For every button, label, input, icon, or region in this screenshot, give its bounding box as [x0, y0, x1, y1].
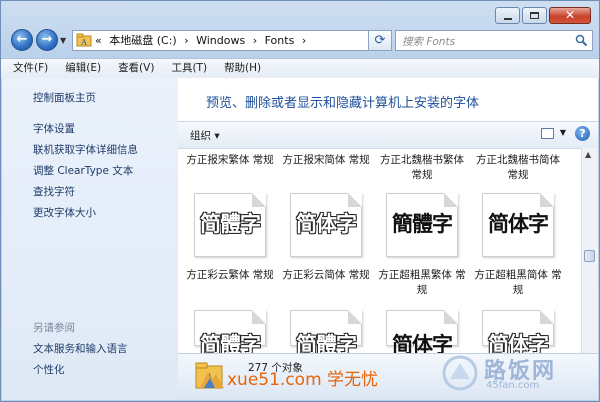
change-view-icon[interactable]	[541, 128, 554, 139]
explorer-window: ✕ ← → ▼ A « 本地磁盘 (C:) › Windows › Fonts …	[0, 0, 600, 402]
breadcrumb-local-disk[interactable]: 本地磁盘 (C:)	[109, 34, 176, 47]
close-icon: ✕	[564, 8, 576, 22]
change-font-size-link[interactable]: 更改字体大小	[33, 205, 96, 220]
minimize-button[interactable]	[495, 7, 520, 24]
cleartype-link[interactable]: 调整 ClearType 文本	[33, 163, 133, 178]
breadcrumb-overflow[interactable]: «	[95, 34, 102, 47]
organize-button[interactable]: 组织 ▾	[190, 128, 220, 143]
font-item[interactable]: 方正报宋简体 常规	[280, 153, 372, 168]
menu-file[interactable]: 文件(F)	[1, 59, 53, 78]
see-also-heading: 另请参阅	[33, 322, 75, 334]
svg-text:A: A	[80, 38, 87, 47]
font-preview-thumbnail[interactable]: 简体字	[482, 193, 554, 257]
font-name: 方正北魏楷书繁体 常规	[380, 154, 464, 181]
font-name: 方正超粗黑繁体 常规	[378, 269, 466, 296]
font-preview-thumbnail[interactable]: 简體字	[194, 310, 266, 357]
font-sample: 简体字	[488, 212, 549, 236]
watermark-xue51: xue51.com 学无忧	[227, 370, 379, 390]
font-name: 方正超粗黑简体 常规	[474, 269, 562, 296]
personalization-link[interactable]: 个性化	[33, 362, 65, 377]
window-caption-buttons: ✕	[495, 7, 591, 24]
text-services-link[interactable]: 文本服务和输入语言	[33, 341, 128, 356]
font-item[interactable]: 方正超粗黑繁体 常规	[376, 268, 468, 298]
breadcrumb-separator[interactable]: ›	[253, 34, 257, 47]
navigation-bar: ← → ▼ A « 本地磁盘 (C:) › Windows › Fonts › …	[9, 28, 593, 54]
task-pane: 控制面板主页 字体设置 联机获取字体详细信息 调整 ClearType 文本 查…	[2, 78, 178, 400]
breadcrumb: « 本地磁盘 (C:) › Windows › Fonts ›	[95, 31, 310, 50]
refresh-button[interactable]: ⟳	[368, 30, 392, 51]
find-character-link[interactable]: 查找字符	[33, 184, 75, 199]
breadcrumb-separator[interactable]: ›	[184, 34, 188, 47]
font-preview-thumbnail[interactable]: 简体字	[290, 193, 362, 257]
help-icon[interactable]: ?	[575, 126, 590, 141]
font-sample: 簡體字	[392, 212, 453, 236]
scrollbar-thumb[interactable]	[584, 250, 595, 262]
breadcrumb-windows[interactable]: Windows	[196, 34, 245, 47]
fonts-folder-icon: A	[76, 33, 92, 47]
watermark-45fan: 路饭网 45fan.com	[440, 353, 585, 393]
watermark-45fan-url: 45fan.com	[486, 380, 540, 391]
font-preview-thumbnail[interactable]: 簡體字	[386, 193, 458, 257]
menu-tools[interactable]: 工具(T)	[159, 59, 212, 78]
font-preview-thumbnail[interactable]: 简體字	[290, 310, 362, 357]
font-sample: 简体字	[296, 212, 357, 236]
menu-bar: 文件(F) 编辑(E) 查看(V) 工具(T) 帮助(H)	[1, 58, 599, 79]
font-item[interactable]: 方正北魏楷书繁体 常规	[376, 153, 468, 183]
breadcrumb-fonts[interactable]: Fonts	[265, 34, 295, 47]
menu-view[interactable]: 查看(V)	[106, 59, 159, 78]
font-name: 方正彩云简体 常规	[282, 269, 370, 281]
font-sample: 简體字	[200, 212, 261, 236]
search-box[interactable]: 搜索 Fonts	[395, 30, 593, 51]
search-icon[interactable]	[575, 34, 588, 47]
recent-pages-dropdown[interactable]: ▼	[60, 36, 66, 45]
font-preview-thumbnail[interactable]: 简体字	[482, 310, 554, 357]
view-dropdown-icon[interactable]: ▼	[560, 128, 566, 137]
font-item[interactable]: 方正报宋繁体 常规	[184, 153, 276, 168]
search-placeholder: 搜索 Fonts	[402, 36, 456, 48]
scroll-up-icon[interactable]: ▲	[585, 150, 591, 159]
font-settings-link[interactable]: 字体设置	[33, 121, 75, 136]
font-name: 方正报宋简体 常规	[282, 154, 370, 166]
45fan-logo-icon	[442, 355, 478, 391]
font-name: 方正北魏楷书简体 常规	[476, 154, 560, 181]
font-preview-thumbnail[interactable]: 简體字	[194, 193, 266, 257]
content-pane: 预览、删除或者显示和隐藏计算机上安装的字体 组织 ▾ ▼ ? 方正报宋繁体 常规…	[178, 78, 598, 400]
font-preview-thumbnail[interactable]: 简体字	[386, 310, 458, 357]
font-name: 方正彩云繁体 常规	[186, 269, 274, 281]
font-name: 方正报宋繁体 常规	[186, 154, 274, 166]
close-button[interactable]: ✕	[549, 7, 591, 24]
menu-help[interactable]: 帮助(H)	[212, 59, 266, 78]
font-item[interactable]: 方正彩云繁体 常规	[184, 268, 276, 283]
page-title: 预览、删除或者显示和隐藏计算机上安装的字体	[206, 96, 480, 111]
address-bar[interactable]: A « 本地磁盘 (C:) › Windows › Fonts › ▼	[72, 30, 390, 51]
forward-button[interactable]: →	[36, 29, 58, 51]
menu-edit[interactable]: 编辑(E)	[53, 59, 106, 78]
font-item[interactable]: 方正北魏楷书简体 常规	[472, 153, 564, 183]
command-bar: 组织 ▾ ▼ ?	[178, 121, 598, 149]
font-item[interactable]: 方正超粗黑简体 常规	[472, 268, 564, 298]
online-font-info-link[interactable]: 联机获取字体详细信息	[33, 142, 138, 157]
font-item[interactable]: 方正彩云简体 常规	[280, 268, 372, 283]
breadcrumb-separator[interactable]: ›	[302, 34, 306, 47]
back-button[interactable]: ←	[11, 29, 33, 51]
xue51-logo-icon	[200, 372, 224, 388]
maximize-button[interactable]	[522, 7, 547, 24]
control-panel-home-link[interactable]: 控制面板主页	[33, 90, 96, 105]
